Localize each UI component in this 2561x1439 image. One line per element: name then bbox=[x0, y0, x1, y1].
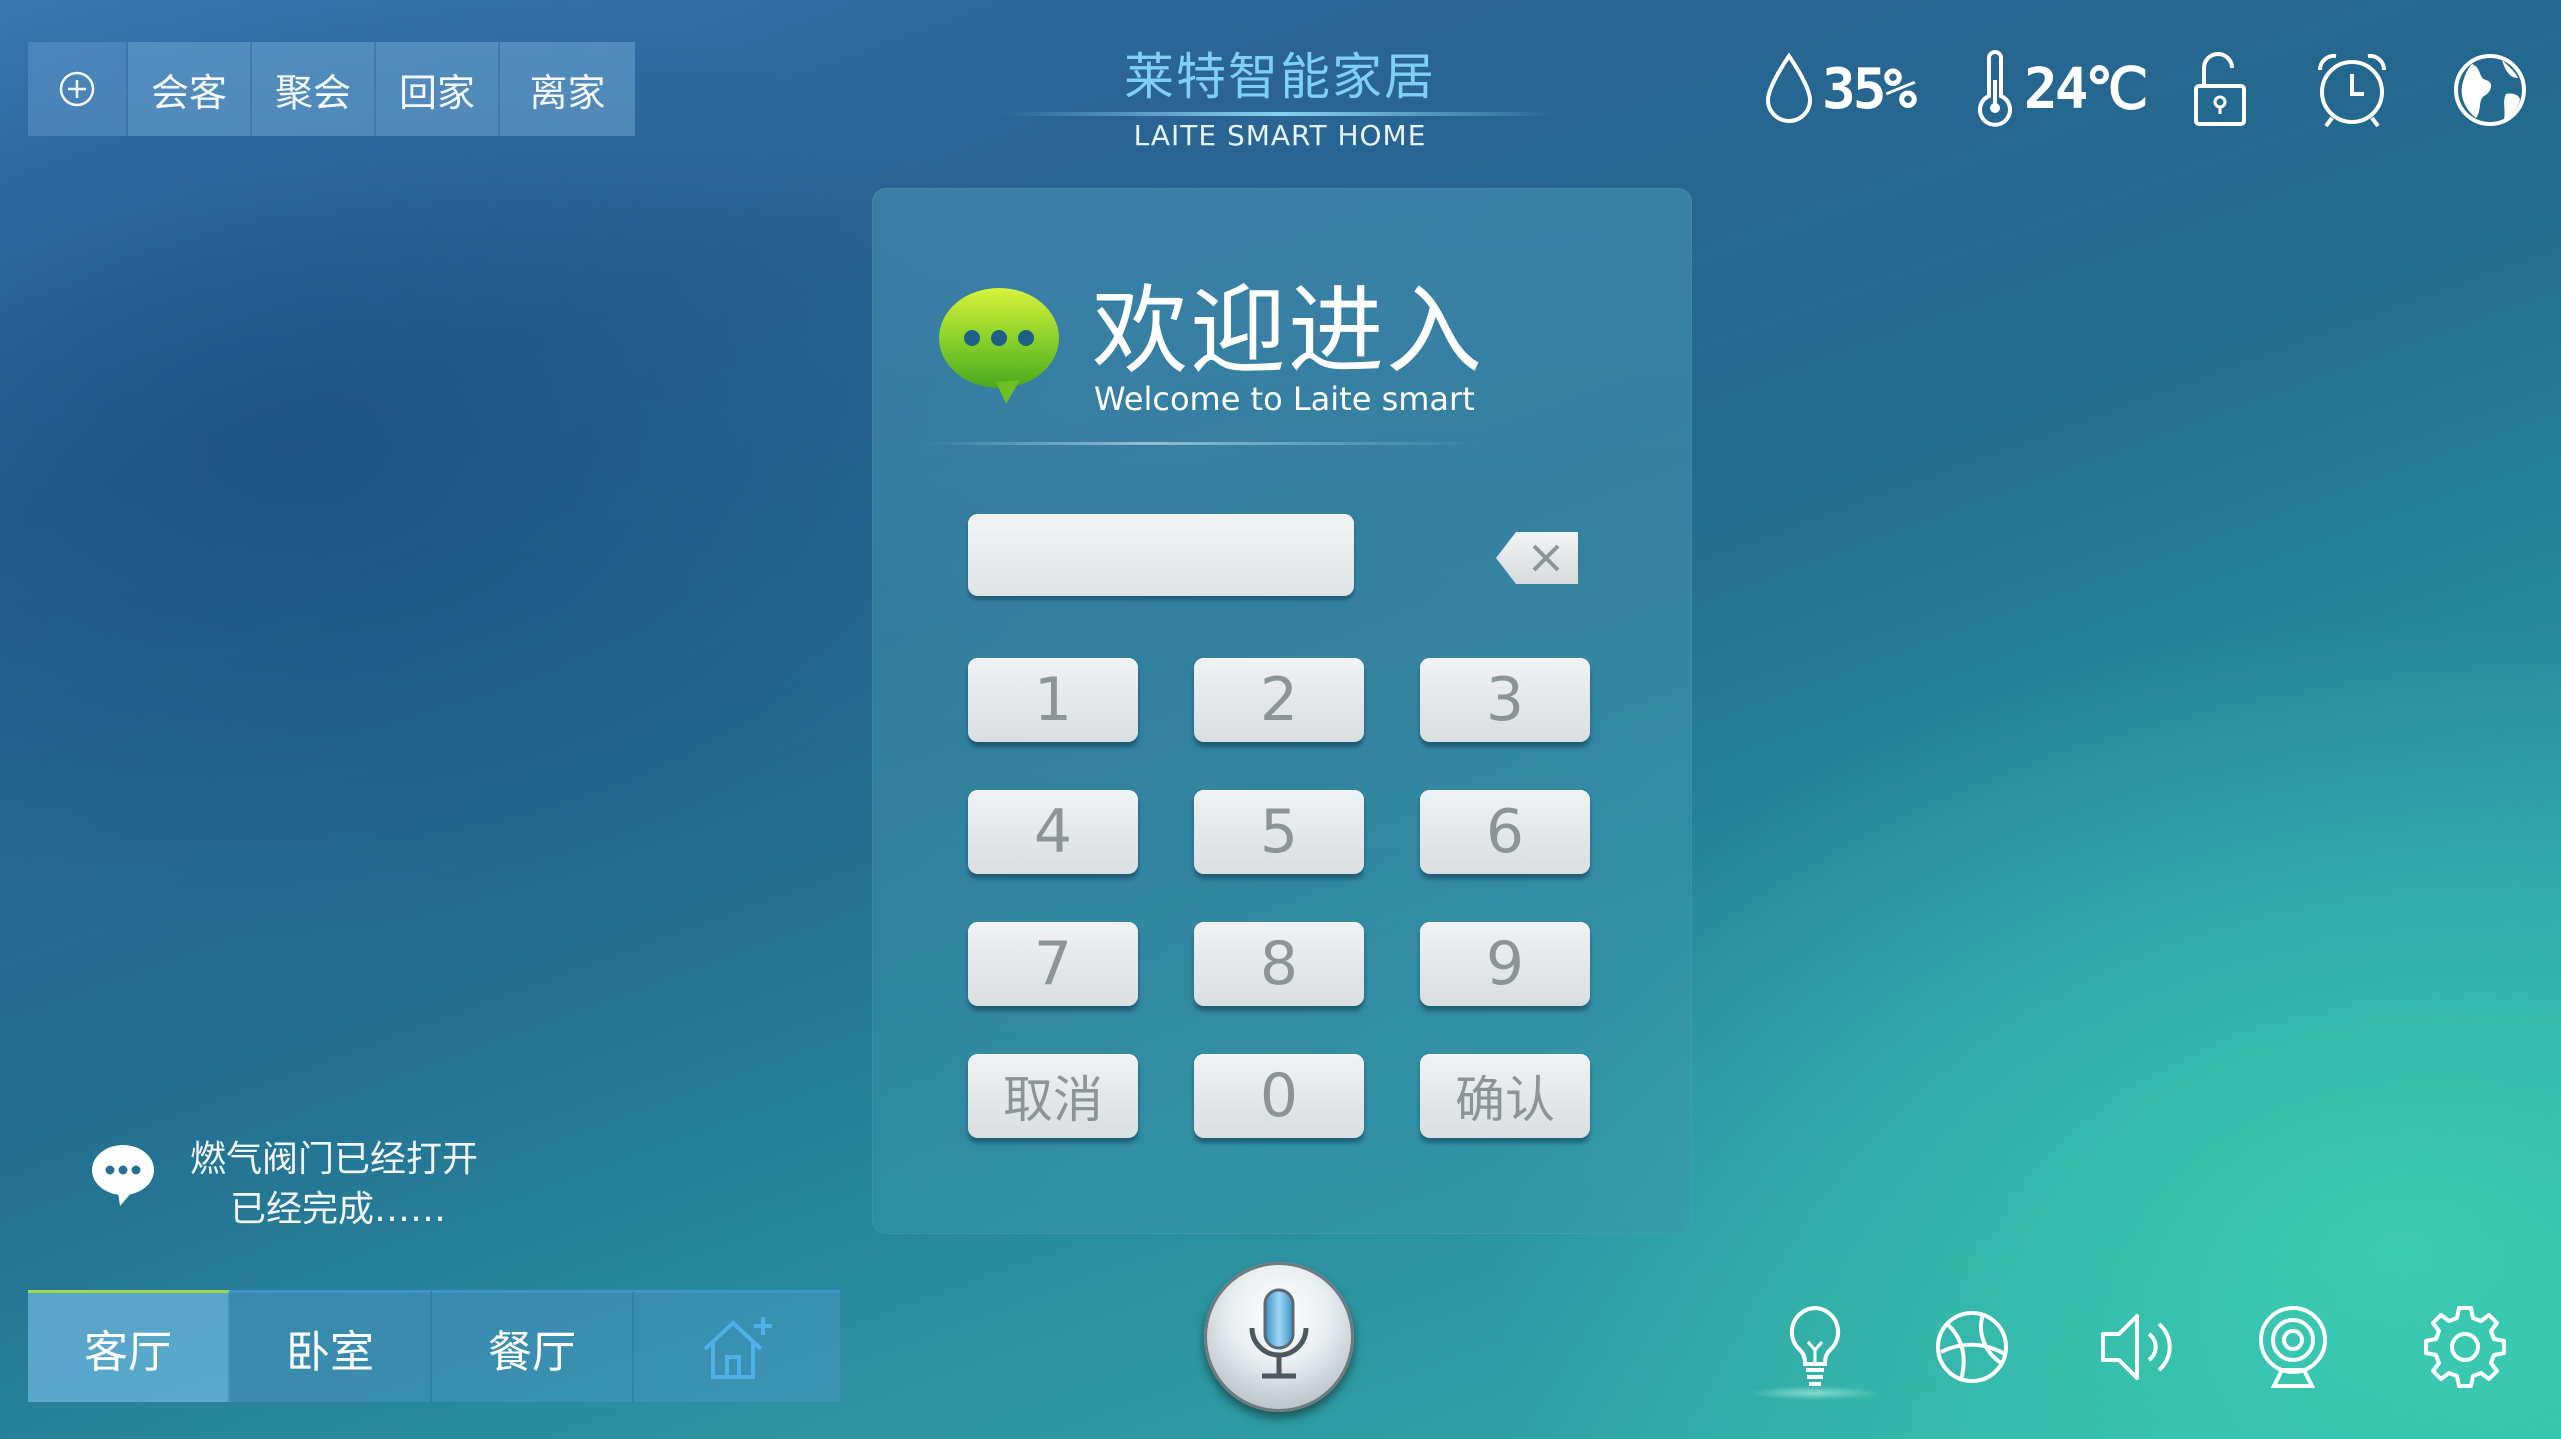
key-3[interactable]: 3 bbox=[1420, 658, 1590, 742]
add-room-button[interactable] bbox=[634, 1290, 840, 1402]
language-button[interactable] bbox=[2448, 48, 2532, 132]
add-home-icon bbox=[703, 1316, 772, 1379]
thermometer-icon bbox=[1978, 50, 2012, 127]
temperature-status: 24℃ bbox=[1972, 44, 2148, 134]
chat-bubble-icon bbox=[939, 288, 1059, 404]
settings-button[interactable] bbox=[2420, 1302, 2510, 1392]
key-8[interactable]: 8 bbox=[1194, 922, 1364, 1006]
scene-tab-away[interactable]: 离家 bbox=[500, 42, 635, 136]
brand-name-en: LAITE SMART HOME bbox=[1133, 119, 1427, 152]
brand-header: 莱特智能家居 LAITE SMART HOME bbox=[1000, 44, 1560, 156]
key-6[interactable]: 6 bbox=[1420, 790, 1590, 874]
notification-status: 已经完成…… bbox=[230, 1189, 447, 1230]
welcome-title: 欢迎进入 bbox=[1092, 275, 1484, 387]
light-bulb-icon bbox=[1789, 1305, 1841, 1386]
audio-button[interactable] bbox=[2093, 1302, 2183, 1392]
app-screen: 会客 聚会 回家 离家 莱特智能家居 LAITE SMART HOME 35% … bbox=[0, 0, 2561, 1439]
entertainment-button[interactable] bbox=[1927, 1302, 2017, 1392]
gear-icon bbox=[2424, 1306, 2506, 1388]
confirm-button[interactable]: 确认 bbox=[1420, 1054, 1590, 1138]
backspace-button[interactable] bbox=[1494, 528, 1584, 588]
globe-icon bbox=[2454, 54, 2526, 126]
temperature-value: 24℃ bbox=[2024, 56, 2148, 122]
add-scene-button[interactable] bbox=[28, 42, 128, 136]
voice-button[interactable] bbox=[1204, 1262, 1354, 1412]
basketball-icon bbox=[1936, 1311, 2008, 1383]
humidity-value: 35% bbox=[1822, 56, 1917, 122]
alarm-button[interactable] bbox=[2310, 48, 2394, 132]
notification-text: 燃气阀门已经打开 bbox=[190, 1139, 479, 1180]
welcome-divider bbox=[922, 442, 1482, 445]
key-1[interactable]: 1 bbox=[968, 658, 1138, 742]
scene-tab-guests[interactable]: 会客 bbox=[128, 42, 252, 136]
key-0[interactable]: 0 bbox=[1194, 1054, 1364, 1138]
webcam-icon bbox=[2259, 1306, 2327, 1388]
key-7[interactable]: 7 bbox=[968, 922, 1138, 1006]
chat-bubble-icon bbox=[92, 1145, 154, 1206]
backspace-icon bbox=[1496, 532, 1578, 584]
plus-circle-icon bbox=[59, 71, 95, 107]
key-2[interactable]: 2 bbox=[1194, 658, 1364, 742]
camera-button[interactable] bbox=[2248, 1302, 2338, 1392]
cancel-button[interactable]: 取消 bbox=[968, 1054, 1138, 1138]
login-panel: 欢迎进入 Welcome to Laite smart 1 2 3 4 5 6 bbox=[872, 188, 1692, 1234]
key-5[interactable]: 5 bbox=[1194, 790, 1364, 874]
alarm-clock-icon bbox=[2317, 53, 2387, 128]
scene-tabs: 会客 聚会 回家 离家 bbox=[28, 42, 635, 136]
password-input[interactable] bbox=[968, 514, 1354, 596]
microphone-icon bbox=[1249, 1288, 1309, 1379]
lock-button[interactable] bbox=[2176, 48, 2260, 132]
key-4[interactable]: 4 bbox=[968, 790, 1138, 874]
key-9[interactable]: 9 bbox=[1420, 922, 1590, 1006]
unlocked-padlock-icon bbox=[2194, 52, 2246, 126]
scene-tab-home[interactable]: 回家 bbox=[376, 42, 500, 136]
humidity-status: 35% bbox=[1762, 44, 1917, 134]
brand-name-cn: 莱特智能家居 bbox=[1124, 48, 1436, 106]
speaker-icon bbox=[2101, 1314, 2172, 1380]
room-tab-living-room[interactable]: 客厅 bbox=[28, 1290, 230, 1402]
water-drop-icon bbox=[1765, 52, 1813, 123]
room-tab-bedroom[interactable]: 卧室 bbox=[230, 1290, 432, 1402]
welcome-subtitle: Welcome to Laite smart bbox=[1094, 380, 1475, 418]
scene-tab-party[interactable]: 聚会 bbox=[252, 42, 376, 136]
room-tab-dining-room[interactable]: 餐厅 bbox=[432, 1290, 634, 1402]
light-button[interactable] bbox=[1770, 1302, 1860, 1392]
room-tabs: 客厅 卧室 餐厅 bbox=[28, 1290, 840, 1402]
